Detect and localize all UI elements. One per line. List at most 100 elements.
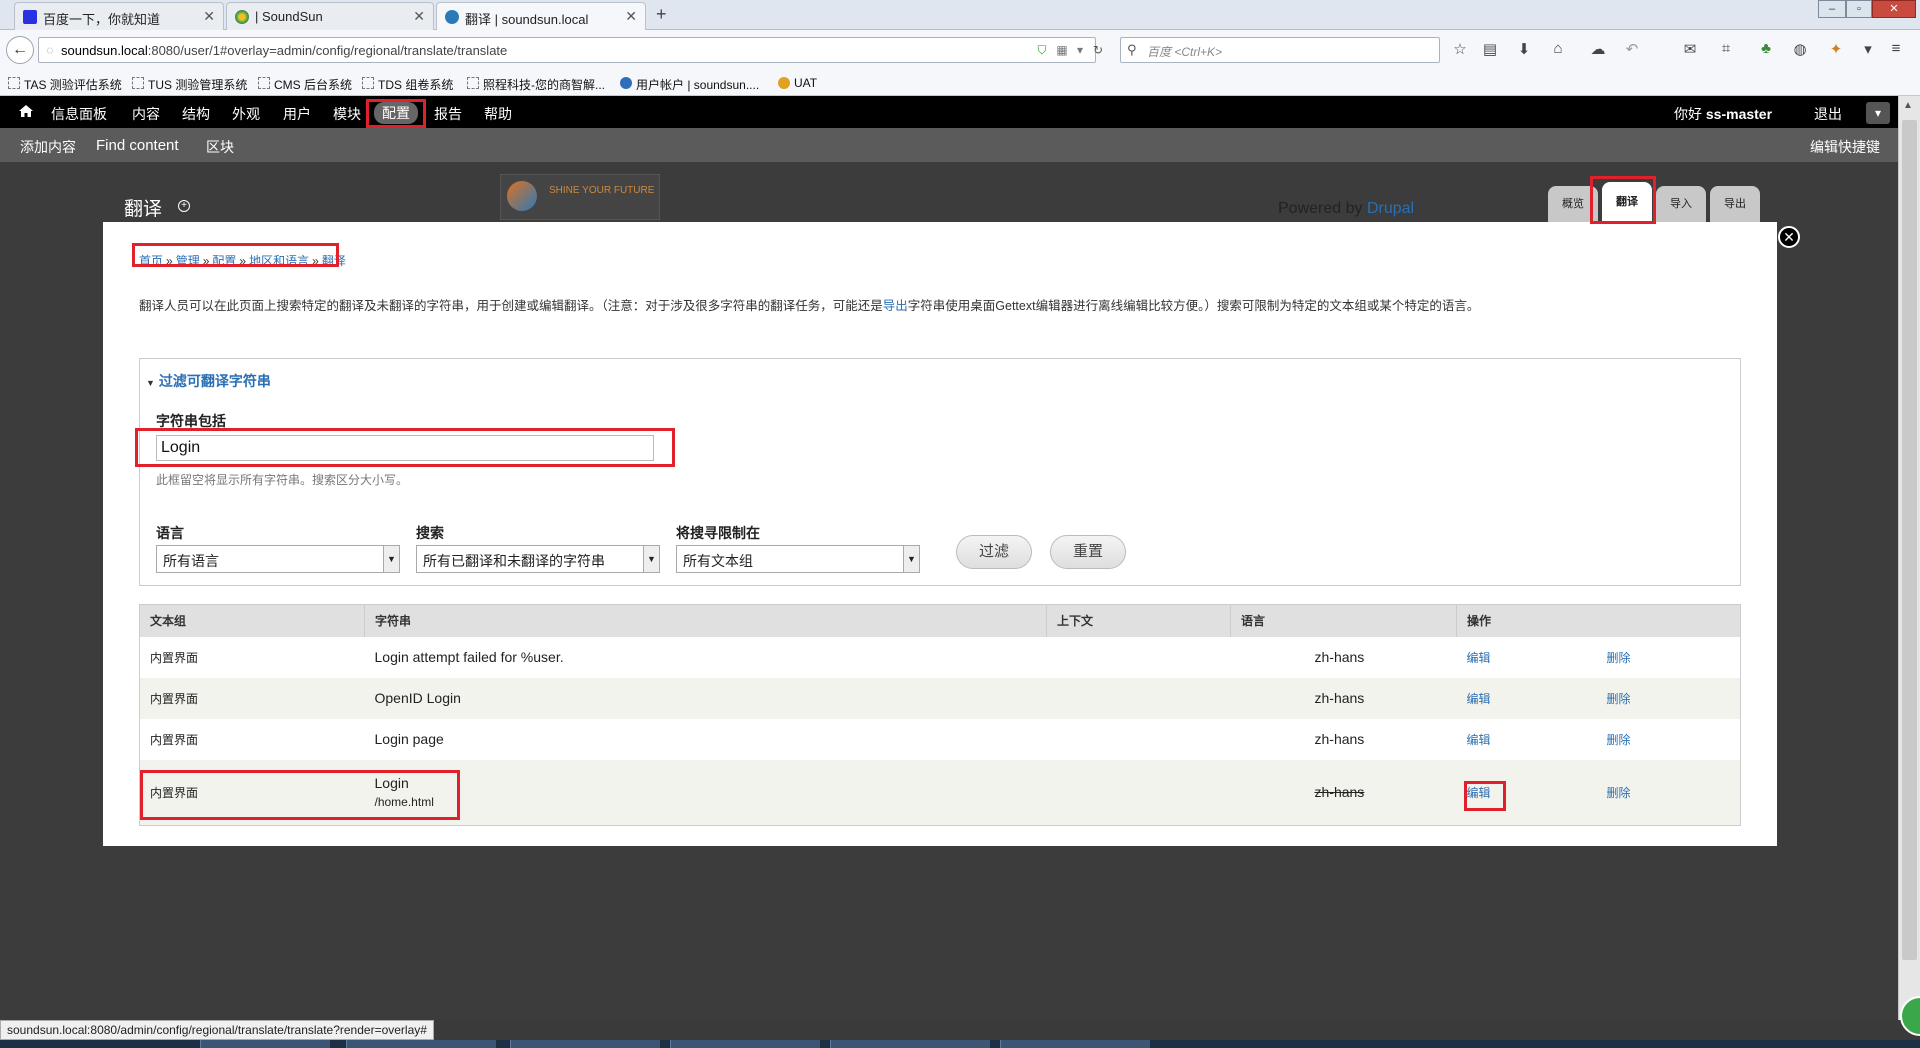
toolbar-menu-reports[interactable]: 报告	[434, 104, 462, 124]
message-icon[interactable]: ✉	[1680, 40, 1700, 60]
breadcrumb-home[interactable]: 首页	[139, 254, 163, 268]
close-overlay-icon[interactable]: ✕	[1778, 226, 1800, 248]
toolbar-menu-content[interactable]: 内容	[132, 104, 160, 124]
breadcrumb-admin[interactable]: 管理	[176, 254, 200, 268]
extension-icon[interactable]: ✦	[1826, 40, 1846, 60]
overflow-icon[interactable]: ▾	[1858, 40, 1878, 60]
close-tab-icon[interactable]: ✕	[203, 8, 215, 25]
browser-tab-baidu[interactable]: 百度一下，你就知道 ✕	[14, 2, 224, 30]
username-link[interactable]: ss-master	[1706, 106, 1772, 122]
taskbar-item[interactable]	[346, 1040, 496, 1048]
breadcrumb-config[interactable]: 配置	[212, 254, 236, 268]
taskbar-item[interactable]	[1000, 1040, 1150, 1048]
crop-icon[interactable]: ⌗	[1716, 40, 1736, 60]
shortcut-add-content[interactable]: 添加内容	[20, 137, 76, 157]
back-arrow-icon[interactable]: ←	[6, 36, 34, 64]
edit-link[interactable]: 编辑	[1467, 733, 1491, 747]
string-contains-input[interactable]	[156, 435, 654, 461]
delete-link[interactable]: 删除	[1607, 733, 1631, 747]
bookmark-item[interactable]: UAT	[778, 76, 817, 90]
toolbar-toggle-button[interactable]: ▾	[1866, 102, 1890, 124]
drupal-link[interactable]: Drupal	[1367, 200, 1414, 217]
bookmark-item[interactable]: TAS 测验评估系统	[8, 76, 122, 93]
site-info-icon[interactable]: ◌	[43, 43, 57, 57]
scroll-thumb[interactable]	[1902, 120, 1917, 960]
undo-icon[interactable]: ↶	[1622, 40, 1642, 60]
taskbar-item[interactable]	[830, 1040, 990, 1048]
page-scrollbar[interactable]: ▲	[1898, 96, 1920, 1020]
menu-icon[interactable]: ≡	[1886, 40, 1906, 60]
delete-link[interactable]: 删除	[1607, 692, 1631, 706]
taskbar-item[interactable]	[510, 1040, 660, 1048]
close-tab-icon[interactable]: ✕	[625, 8, 637, 25]
cell-language: zh-hans	[1230, 677, 1457, 719]
edit-link[interactable]: 编辑	[1467, 651, 1491, 665]
reading-list-icon[interactable]: ▤	[1480, 40, 1500, 60]
filter-legend[interactable]: ▼ 过滤可翻译字符串	[146, 371, 271, 391]
logout-link[interactable]: 退出	[1814, 104, 1842, 124]
bookmark-item[interactable]: TUS 测验管理系统	[132, 76, 247, 93]
dropdown-arrow-icon[interactable]: ▾	[1073, 43, 1087, 57]
browser-tab-translate[interactable]: 翻译 | soundsun.local ✕	[436, 2, 646, 30]
textgroup-select[interactable]: 所有文本组 ▼	[676, 545, 920, 573]
cell-textgroup: 内置界面	[139, 677, 365, 719]
reset-button[interactable]: 重置	[1050, 535, 1126, 569]
tab-import[interactable]: 导入	[1656, 186, 1706, 222]
tab-title: 百度一下，你就知道	[43, 12, 161, 27]
cell-string: Login page	[374, 731, 444, 747]
shortcut-blocks[interactable]: 区块	[206, 137, 234, 157]
toolbar-menu-help[interactable]: 帮助	[484, 104, 512, 124]
addon-icon[interactable]: ♣	[1756, 40, 1776, 60]
home-icon[interactable]: ⌂	[1548, 40, 1568, 60]
bookmark-item[interactable]: 照程科技-您的商智解...	[467, 76, 605, 93]
string-location: /home.html	[374, 795, 434, 810]
edit-link[interactable]: 编辑	[1467, 786, 1491, 800]
language-select[interactable]: 所有语言 ▼	[156, 545, 400, 573]
home-icon[interactable]	[18, 103, 34, 119]
shortcut-find-content[interactable]: Find content	[96, 137, 179, 154]
qr-code-icon[interactable]: ▦	[1055, 43, 1069, 57]
delete-link[interactable]: 删除	[1607, 651, 1631, 665]
toolbar-menu-configuration[interactable]: 配置	[374, 102, 418, 124]
url-bar[interactable]: ◌ soundsun.local:8080/user/1#overlay=adm…	[38, 37, 1103, 63]
bookmark-item[interactable]: TDS 组卷系统	[362, 76, 453, 93]
toolbar-menu-modules[interactable]: 模块	[333, 104, 361, 124]
bookmark-star-icon[interactable]: ☆	[1450, 40, 1470, 60]
delete-link[interactable]: 删除	[1607, 786, 1631, 800]
taskbar-item[interactable]	[200, 1040, 330, 1048]
bookmark-item[interactable]: 用户帐户 | soundsun....	[620, 76, 759, 93]
taskbar-item[interactable]	[670, 1040, 820, 1048]
collapse-arrow-icon: ▼	[146, 378, 155, 388]
search-bar[interactable]: ⚲ 百度 <Ctrl+K>	[1120, 37, 1440, 63]
maximize-window-button[interactable]: ▫	[1846, 0, 1872, 18]
os-taskbar	[0, 1040, 1920, 1048]
breadcrumb-regional[interactable]: 地区和语言	[249, 254, 309, 268]
close-tab-icon[interactable]: ✕	[413, 8, 425, 25]
export-link[interactable]: 导出	[883, 299, 908, 313]
search-select[interactable]: 所有已翻译和未翻译的字符串 ▼	[416, 545, 660, 573]
scroll-up-arrow-icon[interactable]: ▲	[1903, 100, 1913, 111]
toolbar-menu-appearance[interactable]: 外观	[232, 104, 260, 124]
dropdown-arrow-icon: ▼	[383, 546, 399, 572]
download-icon[interactable]: ⬇	[1514, 40, 1534, 60]
new-tab-button[interactable]: +	[656, 4, 667, 25]
reload-icon[interactable]: ↻	[1091, 43, 1105, 57]
edit-link[interactable]: 编辑	[1467, 692, 1491, 706]
tab-export[interactable]: 导出	[1710, 186, 1760, 222]
chat-icon[interactable]: ☁	[1588, 40, 1608, 60]
edit-shortcuts-link[interactable]: 编辑快捷键	[1810, 137, 1880, 157]
tab-translate[interactable]: 翻译	[1602, 182, 1652, 222]
add-shortcut-icon[interactable]: +	[178, 200, 190, 212]
bookmark-item[interactable]: CMS 后台系统	[258, 76, 352, 93]
filter-button[interactable]: 过滤	[956, 535, 1032, 569]
toolbar-menu-people[interactable]: 用户	[283, 104, 311, 124]
breadcrumb-translate[interactable]: 翻译	[322, 254, 346, 268]
browser-tab-soundsun[interactable]: | SoundSun ✕	[226, 2, 434, 30]
close-window-button[interactable]: ✕	[1872, 0, 1916, 18]
toolbar-menu-structure[interactable]: 结构	[182, 104, 210, 124]
shield-icon[interactable]: ⛉	[1035, 43, 1049, 57]
minimize-window-button[interactable]: –	[1818, 0, 1846, 18]
tab-overview[interactable]: 概览	[1548, 186, 1598, 222]
globe-icon[interactable]: ◍	[1790, 40, 1810, 60]
toolbar-menu-dashboard[interactable]: 信息面板	[51, 104, 107, 124]
